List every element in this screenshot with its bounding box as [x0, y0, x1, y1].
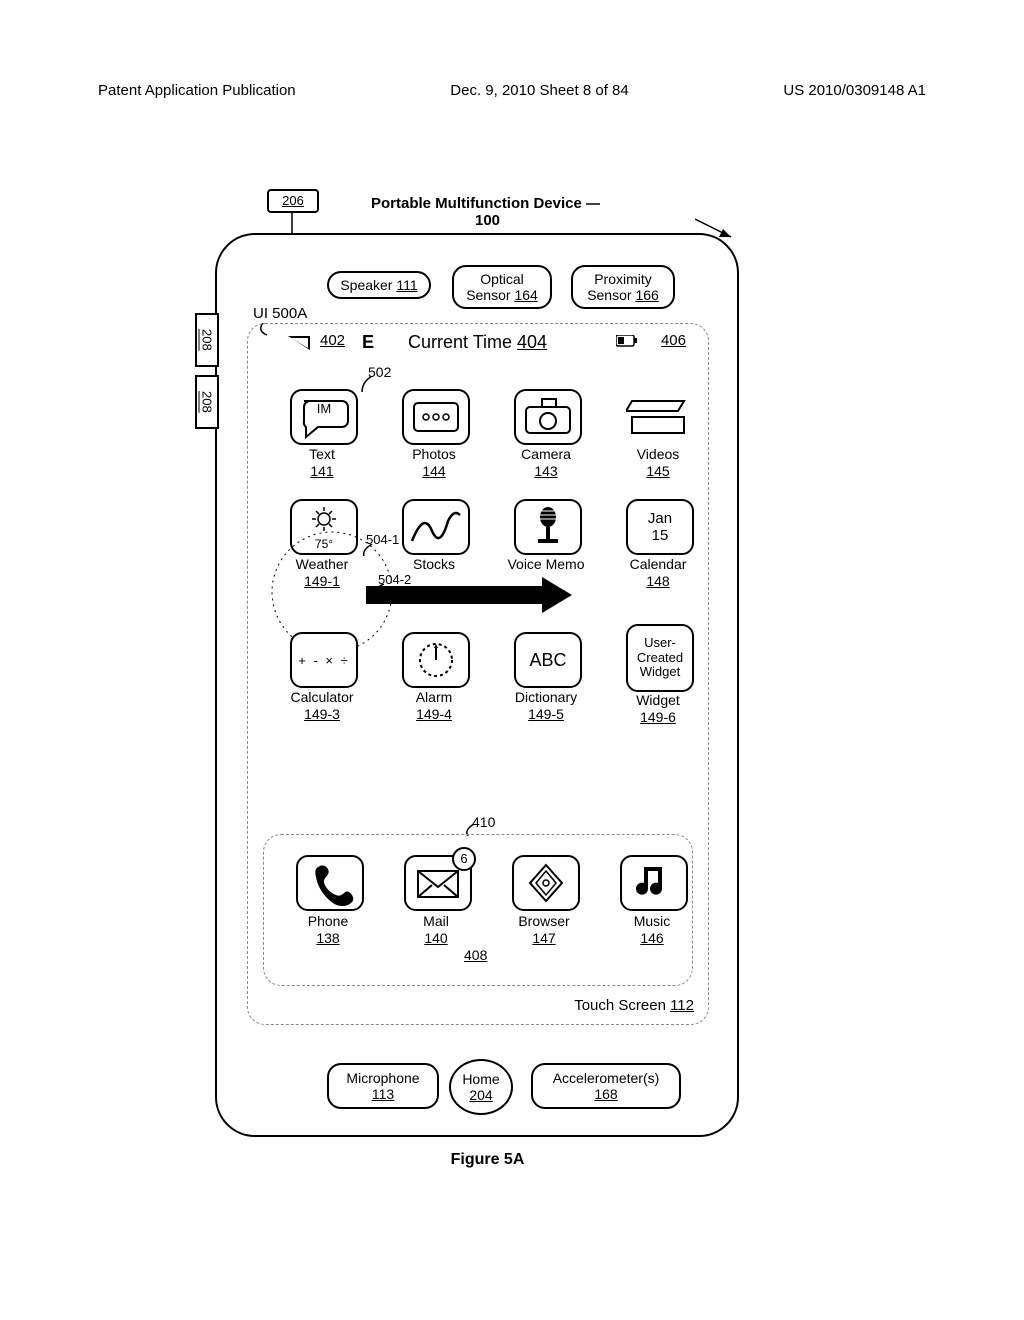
- accelerometer-box: Accelerometer(s) 168: [531, 1063, 681, 1109]
- app-label-alarm: Alarm149-4: [384, 689, 484, 723]
- app-label-voice-memo: Voice Memo: [496, 556, 596, 573]
- app-icon-photos[interactable]: [402, 389, 470, 445]
- page-header: Patent Application Publication Dec. 9, 2…: [98, 82, 926, 99]
- app-icon-camera[interactable]: [514, 389, 582, 445]
- figure-area: Portable Multifunction Device 100 206 20…: [215, 195, 760, 1169]
- dock-label-music: Music146: [602, 913, 702, 947]
- dock-icon-music[interactable]: [620, 855, 688, 911]
- ref-406: 406: [661, 332, 686, 349]
- app-label-videos: Videos145: [608, 446, 708, 480]
- home-button[interactable]: Home 204: [449, 1059, 513, 1115]
- dock-label-mail: Mail140: [386, 913, 486, 947]
- callout-502-leader: [360, 376, 374, 394]
- speaker-box: Speaker 111: [327, 271, 431, 299]
- app-label-calendar: Calendar148: [608, 556, 708, 590]
- touch-screen-label: Touch Screen 112: [574, 997, 694, 1014]
- dock: Phone138 6 Mail140 Browser147: [263, 834, 693, 986]
- proximity-sensor-box: Proximity Sensor 166: [571, 265, 675, 309]
- optical-sensor-box: Optical Sensor 164: [452, 265, 552, 309]
- ref-206-line: [291, 211, 293, 235]
- dock-icon-phone[interactable]: [296, 855, 364, 911]
- app-label-dictionary: Dictionary149-5: [496, 689, 596, 723]
- microphone-box: Microphone 113: [327, 1063, 439, 1109]
- device-title-num: 100: [475, 212, 500, 229]
- side-button-208-b: 208: [195, 375, 219, 429]
- app-icon-alarm[interactable]: [402, 632, 470, 688]
- app-label-camera: Camera143: [496, 446, 596, 480]
- ref-206: 206: [267, 189, 319, 213]
- app-icon-user-widget[interactable]: User- Created Widget: [626, 624, 694, 692]
- current-time-label: Current Time 404: [408, 332, 547, 353]
- touch-screen[interactable]: 402 E Current Time 404 406 502 IM Text14…: [247, 323, 709, 1025]
- figure-caption: Figure 5A: [215, 1151, 760, 1169]
- leader-line-title: [586, 199, 604, 209]
- carrier-e: E: [362, 332, 374, 353]
- app-icon-calculator[interactable]: + - × ÷: [290, 632, 358, 688]
- app-icon-text[interactable]: IM: [290, 389, 358, 445]
- signal-icon: [288, 336, 310, 350]
- dock-label-phone: Phone138: [278, 913, 378, 947]
- battery-icon: [616, 335, 638, 347]
- device-outline: 208 208 Speaker 111 Optical Sensor 164 P…: [215, 233, 739, 1137]
- mail-badge: 6: [452, 847, 476, 871]
- side-button-208-a: 208: [195, 313, 219, 367]
- app-icon-dictionary[interactable]: ABC: [514, 632, 582, 688]
- im-inner: IM: [292, 401, 356, 416]
- app-label-text: Text141: [272, 446, 372, 480]
- app-icon-calendar[interactable]: Jan 15: [626, 499, 694, 555]
- status-bar: 402 E Current Time 404 406: [248, 332, 708, 354]
- app-label-photos: Photos144: [384, 446, 484, 480]
- header-center: Dec. 9, 2010 Sheet 8 of 84: [450, 82, 628, 99]
- dock-label-browser: Browser147: [494, 913, 594, 947]
- app-label-calculator: Calculator149-3: [272, 689, 372, 723]
- app-label-widget: Widget149-6: [608, 692, 708, 726]
- dock-icon-mail[interactable]: 6: [404, 855, 472, 911]
- app-label-stocks: Stocks: [384, 556, 484, 573]
- ui-label: UI 500A: [253, 305, 307, 322]
- device-title-text: Portable Multifunction Device: [371, 195, 582, 212]
- header-right: US 2010/0309148 A1: [783, 82, 926, 99]
- app-icon-voice-memo[interactable]: [514, 499, 582, 555]
- callout-408: 408: [464, 947, 487, 963]
- header-left: Patent Application Publication: [98, 82, 296, 99]
- app-icon-stocks[interactable]: [402, 499, 470, 555]
- app-icon-videos[interactable]: [626, 389, 690, 441]
- dock-icon-browser[interactable]: [512, 855, 580, 911]
- swipe-arrow-head: [542, 577, 572, 613]
- ref-402: 402: [320, 332, 345, 349]
